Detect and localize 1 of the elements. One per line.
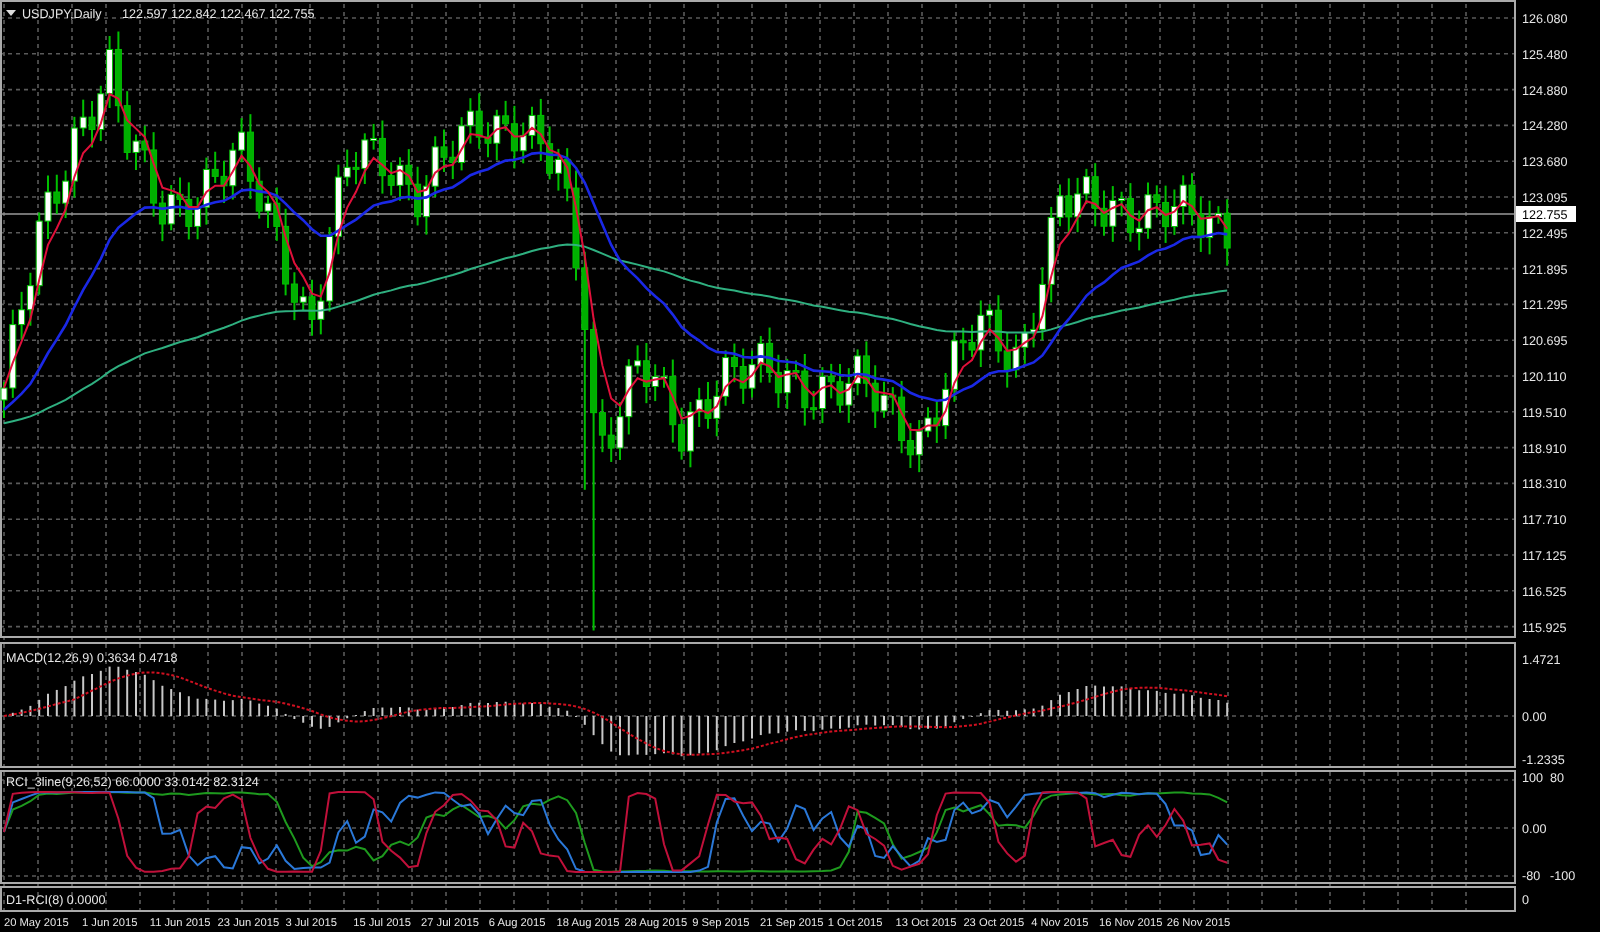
dropdown-triangle-icon[interactable] [6, 10, 16, 16]
